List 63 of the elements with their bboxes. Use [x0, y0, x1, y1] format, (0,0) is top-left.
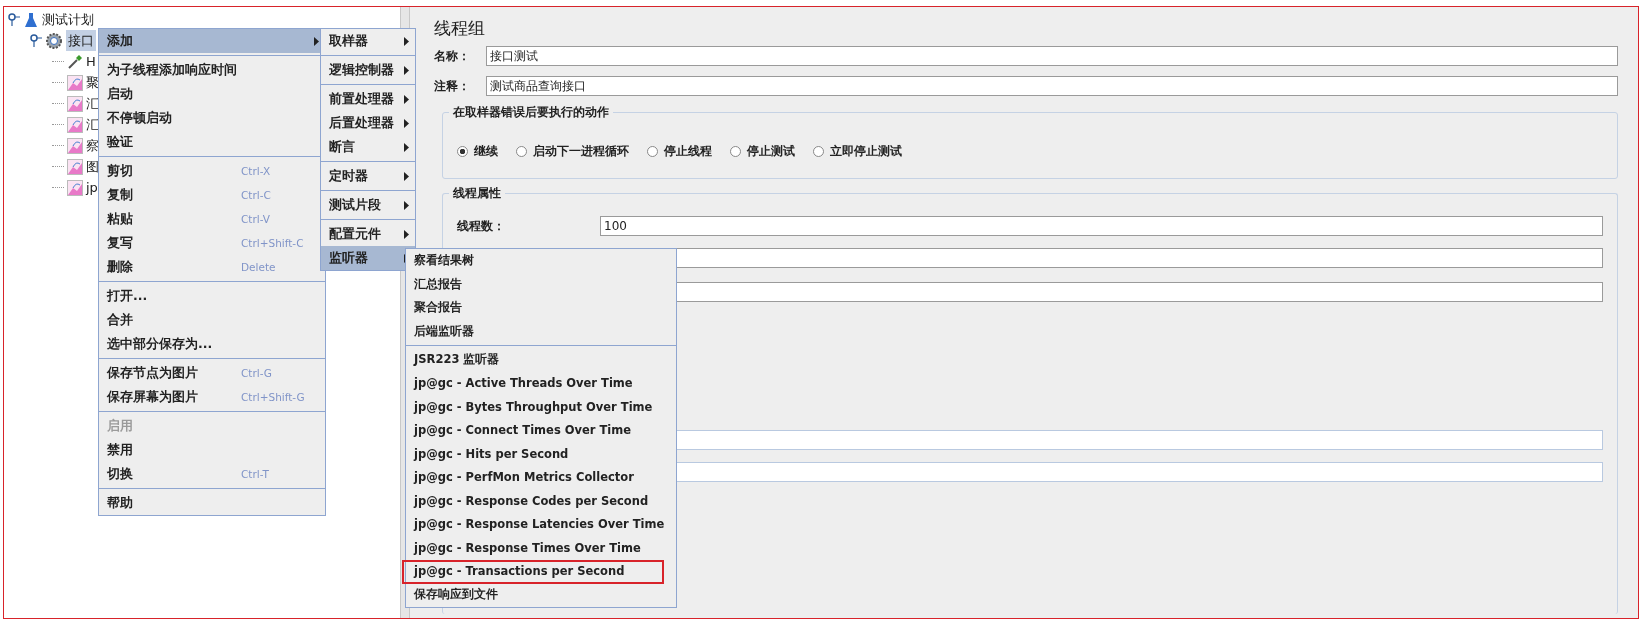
menu-item[interactable]: 保存节点为图片 Ctrl-G	[99, 361, 325, 385]
tree-item[interactable]: 汇	[86, 93, 99, 114]
tree-item[interactable]: H	[86, 51, 96, 72]
menu-item[interactable]: jp@gc - Response Times Over Time	[406, 536, 676, 560]
menu-item[interactable]: 打开...	[99, 284, 325, 308]
menu-item[interactable]: 切换 Ctrl-T	[99, 462, 325, 486]
tree-item[interactable]: jp	[86, 177, 98, 198]
panel-title: 线程组	[434, 17, 486, 40]
menu-item[interactable]: 断言	[321, 135, 415, 159]
chart-icon	[67, 137, 83, 154]
menu-item[interactable]: jp@gc - Response Codes per Second	[406, 489, 676, 513]
menu-item[interactable]: jp@gc - Response Latencies Over Time	[406, 512, 676, 536]
menu-item[interactable]: jp@gc - Hits per Second	[406, 442, 676, 466]
flask-icon	[23, 11, 39, 28]
input-field[interactable]: 100	[600, 216, 1603, 236]
menu-item[interactable]: 后端监听器	[406, 319, 676, 343]
menu-item[interactable]: 配置元件	[321, 222, 415, 246]
gear-icon	[45, 31, 63, 50]
menu-item[interactable]: 测试片段	[321, 193, 415, 217]
menu-item[interactable]: 聚合报告	[406, 296, 676, 320]
menu-item[interactable]: 禁用	[99, 438, 325, 462]
tree-item[interactable]: 接口	[66, 30, 96, 51]
group-title: 在取样器错误后要执行的动作	[449, 104, 613, 121]
tree-item[interactable]: 聚	[86, 72, 99, 93]
menu-item[interactable]: JSR223 监听器	[406, 348, 676, 372]
menu-item[interactable]: jp@gc - Connect Times Over Time	[406, 418, 676, 442]
radio-option[interactable]: 停止线程	[647, 143, 712, 160]
comment-field[interactable]: 测试商品查询接口	[486, 76, 1618, 96]
name-field[interactable]: 接口测试	[486, 46, 1618, 66]
menu-item[interactable]: 后置处理器	[321, 111, 415, 135]
group-title: 线程属性	[449, 185, 505, 202]
menu-item[interactable]: jp@gc - PerfMon Metrics Collector	[406, 465, 676, 489]
radio-option[interactable]: 立即停止测试	[813, 143, 902, 160]
field-label: 名称：	[434, 47, 471, 65]
chart-icon	[67, 116, 83, 133]
field-label: 注释：	[434, 77, 471, 95]
menu-item[interactable]: 帮助	[99, 491, 325, 515]
tree-item[interactable]: 测试计划	[42, 9, 94, 30]
tree-item[interactable]: 汇	[86, 114, 99, 135]
menu-item[interactable]: jp@gc - Transactions per Second	[406, 559, 676, 583]
menu-item[interactable]: 汇总报告	[406, 272, 676, 296]
menu-item[interactable]: jp@gc - Bytes Throughput Over Time	[406, 395, 676, 419]
field-label: 线程数：	[457, 217, 506, 235]
menu-item[interactable]: 选中部分保存为...	[99, 332, 325, 356]
menu-item[interactable]: 合并	[99, 308, 325, 332]
pipette-icon	[67, 53, 83, 70]
menu-item[interactable]: jp@gc - Active Threads Over Time	[406, 371, 676, 395]
chart-icon	[67, 158, 83, 175]
chart-icon	[67, 95, 83, 112]
radio-option[interactable]: 继续	[457, 143, 498, 160]
menu-item[interactable]: 保存响应到文件	[406, 583, 676, 607]
tree-handle-icon	[30, 33, 42, 48]
tree-handle-icon	[8, 12, 20, 27]
radio-option[interactable]: 启动下一进程循环	[516, 143, 629, 160]
radio-option[interactable]: 停止测试	[730, 143, 795, 160]
tree-item[interactable]: 察	[86, 135, 99, 156]
menu-item[interactable]: 保存屏幕为图片 Ctrl+Shift-G	[99, 385, 325, 409]
menu-item[interactable]: 逻辑控制器	[321, 58, 415, 82]
chart-icon	[67, 74, 83, 91]
menu-item[interactable]: 前置处理器	[321, 87, 415, 111]
menu-item[interactable]: 定时器	[321, 164, 415, 188]
chart-icon	[67, 179, 83, 196]
tree-item[interactable]: 图	[86, 156, 99, 177]
